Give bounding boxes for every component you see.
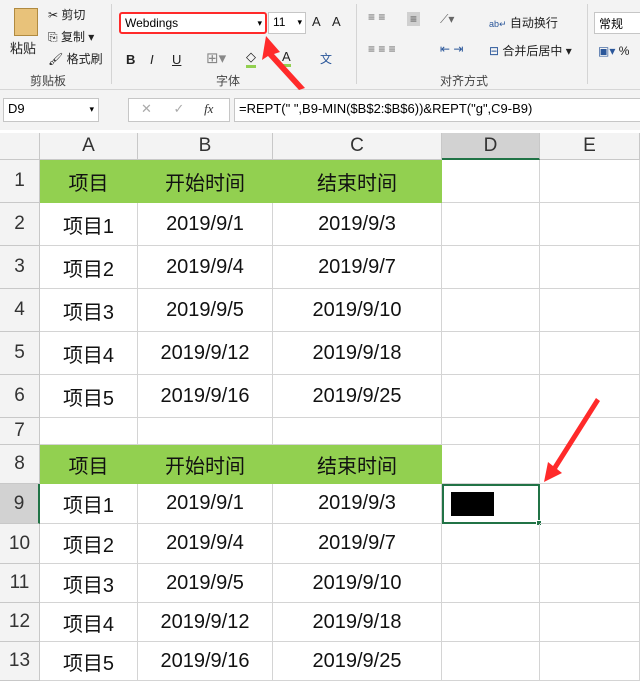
red-arrow-cell bbox=[544, 398, 600, 482]
annotation-arrows bbox=[262, 36, 600, 482]
red-arrow-font bbox=[262, 36, 305, 90]
